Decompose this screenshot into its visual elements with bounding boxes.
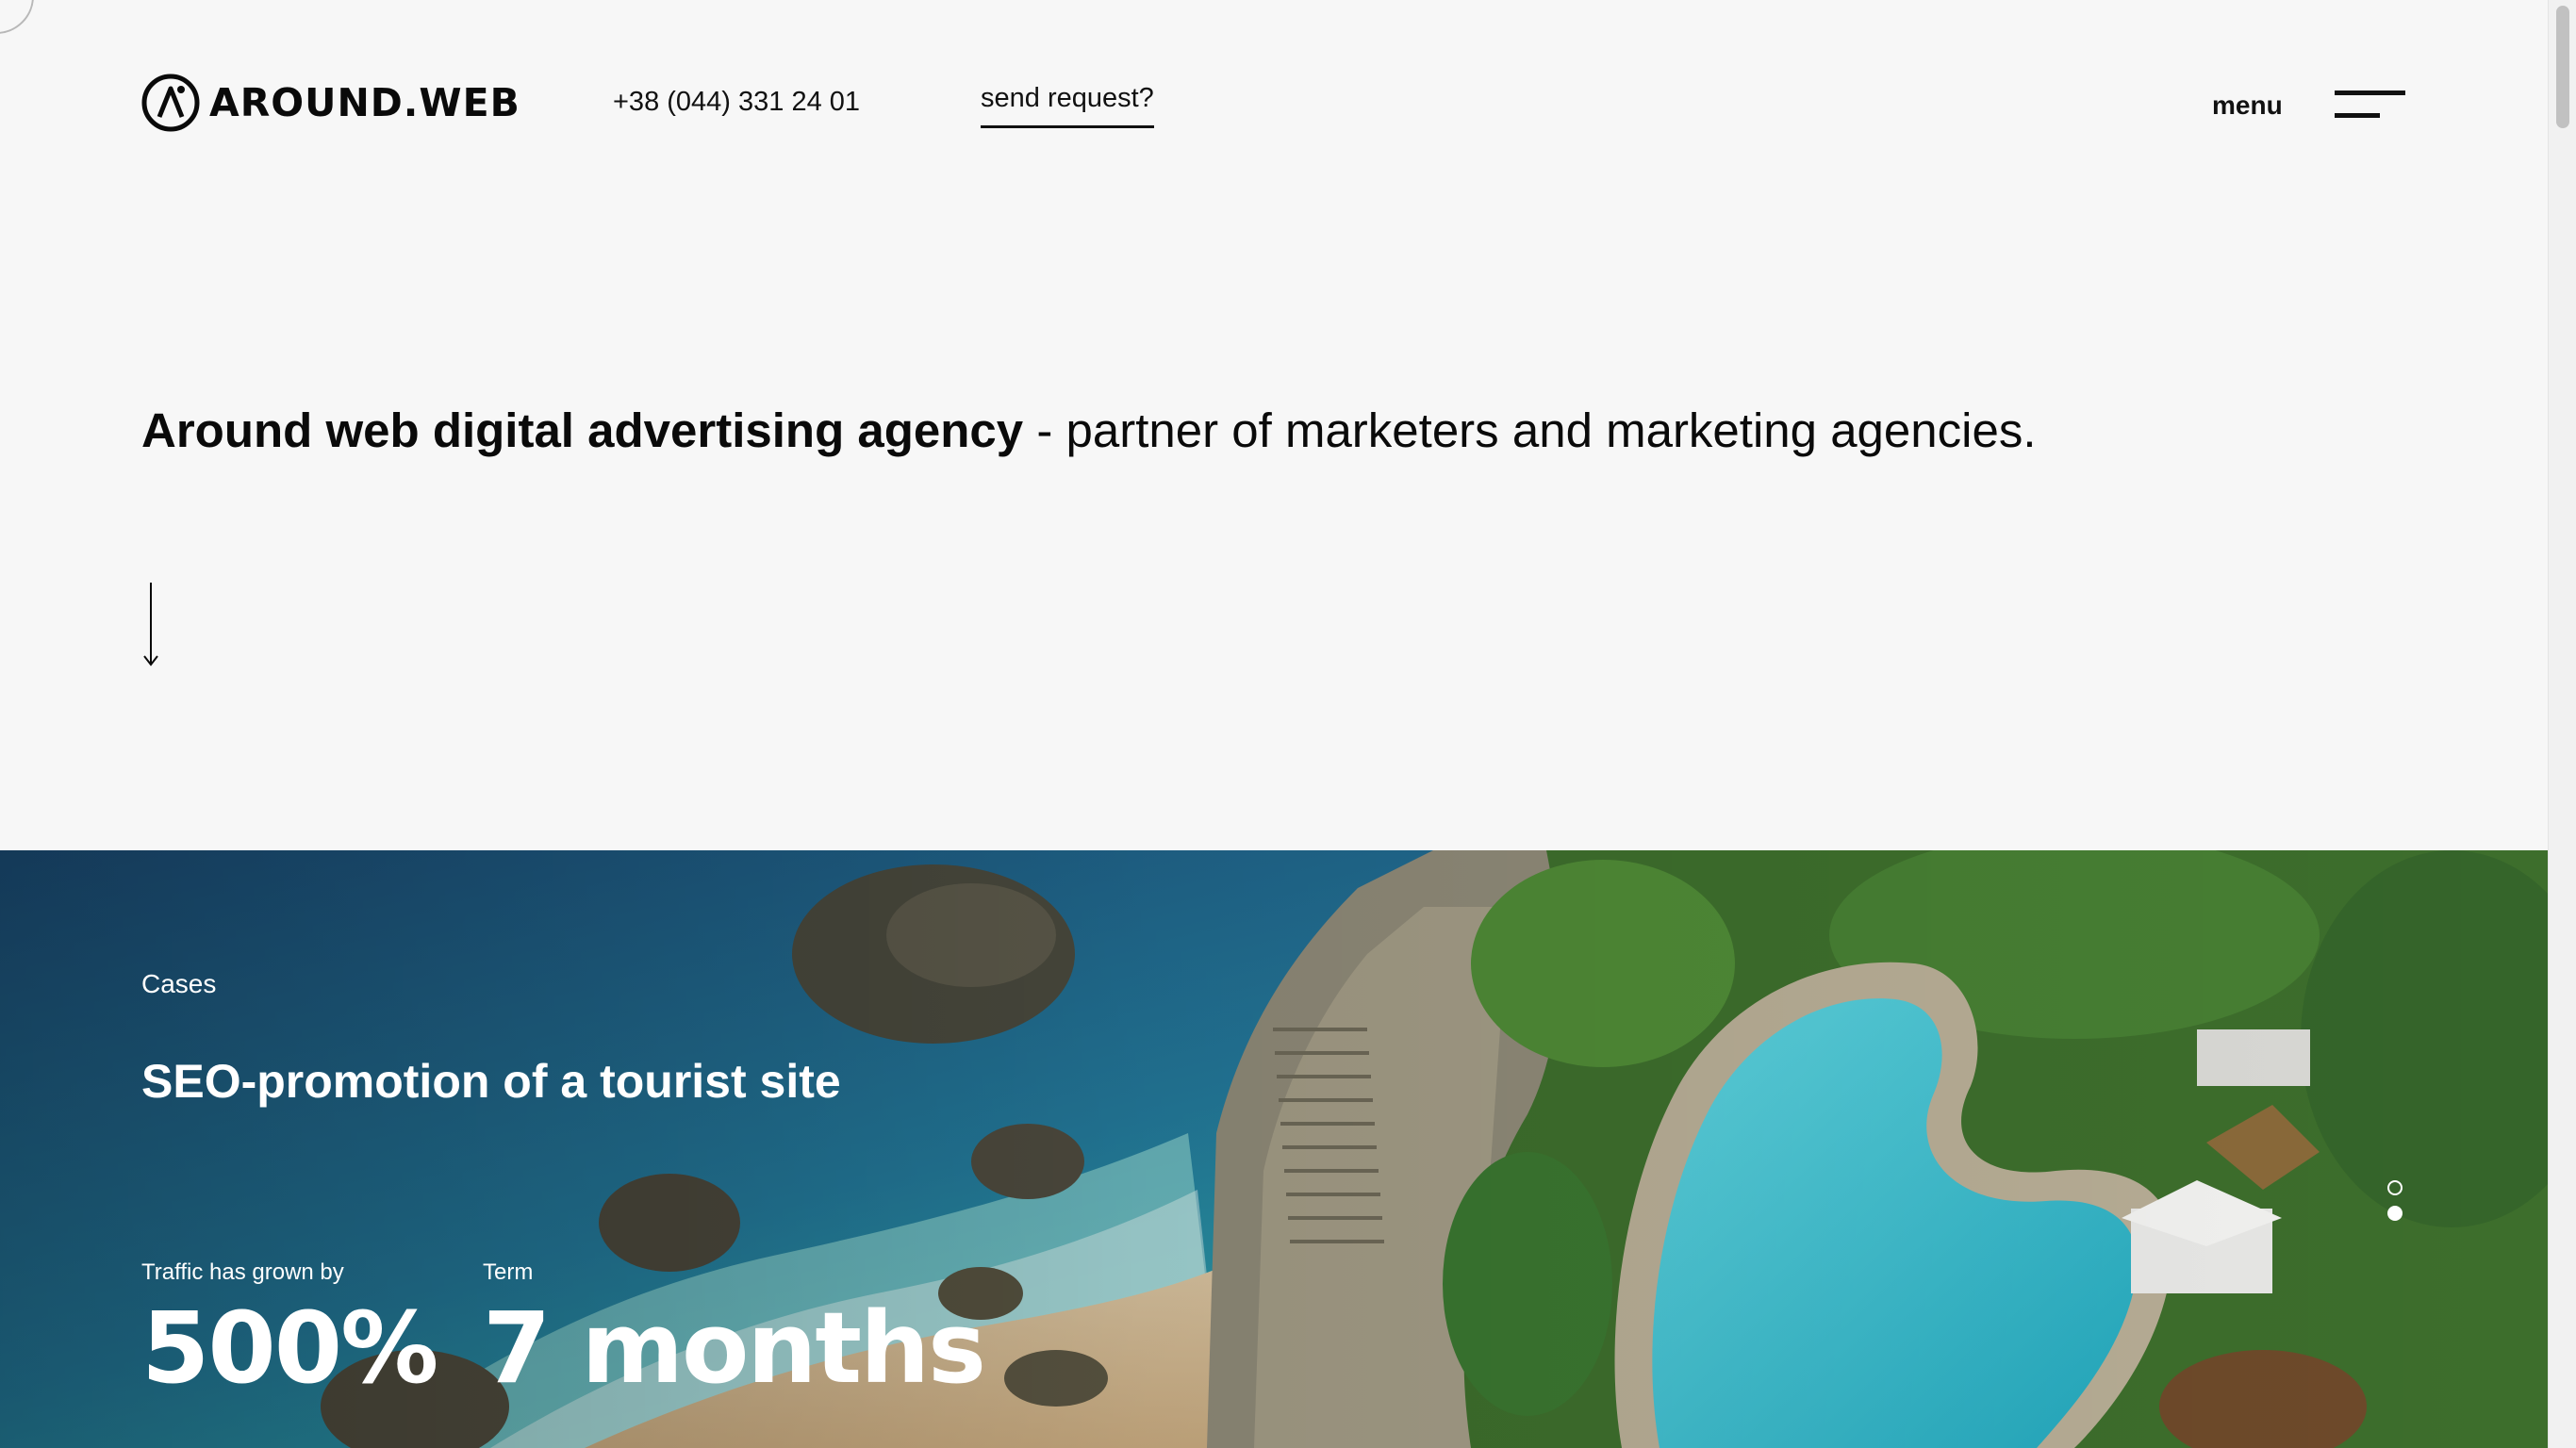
hamburger-icon[interactable] — [2335, 90, 2405, 123]
send-request-link[interactable]: send request? — [981, 83, 1154, 128]
menu-label[interactable]: menu — [2212, 90, 2283, 121]
stat-traffic: Traffic has grown by 500% — [141, 1259, 438, 1406]
stat-value: 7 months — [483, 1291, 986, 1406]
arrow-down-icon[interactable] — [141, 583, 160, 667]
hamburger-bar-top — [2335, 90, 2405, 95]
logo-link[interactable]: AROUND.WEB — [141, 74, 520, 132]
scrollbar-thumb[interactable] — [2556, 6, 2569, 128]
hero-headline-rest: - partner of marketers and marketing age… — [1023, 403, 2037, 457]
vertical-scrollbar[interactable] — [2548, 0, 2576, 1448]
hero-headline: Around web digital advertising agency - … — [141, 402, 2037, 459]
hamburger-bar-bottom — [2335, 113, 2380, 118]
case-section-label: Cases — [141, 969, 217, 998]
stat-term: Term 7 months — [483, 1259, 986, 1406]
slider-dot-1[interactable] — [2387, 1180, 2403, 1195]
phone-link[interactable]: +38 (044) 331 24 01 — [613, 87, 860, 118]
around-web-logo-icon — [141, 74, 200, 132]
slider-pagination — [2387, 1180, 2406, 1231]
case-banner[interactable]: Cases SEO-promotion of a tourist site Tr… — [0, 850, 2548, 1448]
stat-label: Traffic has grown by — [141, 1259, 344, 1285]
page: AROUND.WEB +38 (044) 331 24 01 send requ… — [0, 0, 2576, 1448]
case-title-link[interactable]: SEO-promotion of a tourist site — [141, 1054, 841, 1109]
stat-value: 500% — [141, 1291, 438, 1406]
stat-label: Term — [483, 1259, 534, 1285]
site-header: AROUND.WEB +38 (044) 331 24 01 send requ… — [0, 0, 2548, 189]
hero-headline-bold: Around web digital advertising agency — [141, 403, 1024, 457]
slider-dot-2-active[interactable] — [2387, 1206, 2403, 1221]
logo-text: AROUND.WEB — [209, 79, 520, 125]
